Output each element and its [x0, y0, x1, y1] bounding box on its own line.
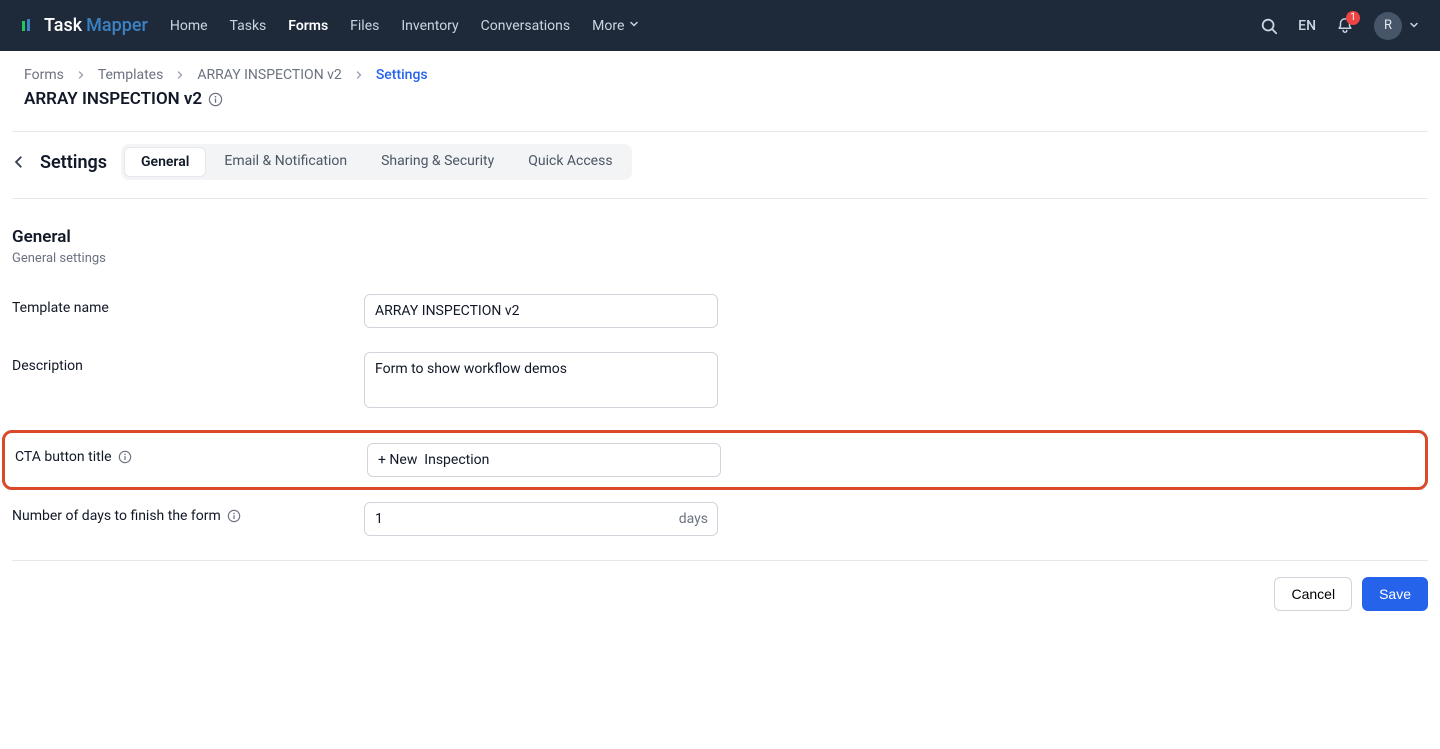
chevron-right-icon	[175, 70, 185, 80]
crumb-settings[interactable]: Settings	[376, 67, 428, 83]
control-description	[364, 352, 718, 412]
search-icon[interactable]	[1260, 17, 1278, 35]
tab-email[interactable]: Email & Notification	[208, 147, 363, 177]
row-template-name: Template name	[12, 294, 1428, 328]
tab-quick-access[interactable]: Quick Access	[512, 147, 628, 177]
label-description: Description	[12, 352, 364, 374]
avatar: R	[1374, 12, 1402, 40]
nav-more-label: More	[592, 18, 624, 34]
label-cta: CTA button title	[11, 443, 367, 465]
chevron-right-icon	[76, 70, 86, 80]
main-content: Forms Templates ARRAY INSPECTION v2 Sett…	[0, 51, 1440, 641]
days-input[interactable]	[364, 502, 718, 536]
notification-badge: 1	[1346, 11, 1360, 25]
tabs: General Email & Notification Sharing & S…	[121, 144, 632, 180]
nav-inventory[interactable]: Inventory	[401, 18, 458, 34]
settings-header-row: Settings General Email & Notification Sh…	[12, 132, 1428, 192]
top-nav-right: EN 1 R	[1260, 12, 1420, 40]
cancel-button[interactable]: Cancel	[1274, 577, 1352, 611]
back-button[interactable]	[12, 155, 26, 169]
logo-icon	[20, 18, 36, 34]
logo-text-1: Task	[44, 15, 82, 36]
nav-more[interactable]: More	[592, 18, 640, 34]
row-days: Number of days to finish the form days	[12, 502, 1428, 536]
subheader: Forms Templates ARRAY INSPECTION v2 Sett…	[4, 51, 1436, 119]
language-selector[interactable]: EN	[1298, 18, 1316, 34]
nav-tasks[interactable]: Tasks	[230, 18, 267, 34]
nav-conversations[interactable]: Conversations	[481, 18, 570, 34]
tab-general[interactable]: General	[124, 147, 206, 177]
label-template-name: Template name	[12, 294, 364, 316]
nav-home[interactable]: Home	[170, 18, 208, 34]
section-title: General	[12, 227, 1428, 247]
info-icon[interactable]	[227, 509, 241, 523]
crumb-templates[interactable]: Templates	[98, 67, 164, 83]
control-cta	[367, 443, 721, 477]
label-days-text: Number of days to finish the form	[12, 508, 221, 524]
row-cta-button-title: CTA button title	[2, 430, 1428, 490]
chevron-right-icon	[354, 70, 364, 80]
general-section: General General settings Template name D…	[12, 227, 1428, 536]
footer-actions: Cancel Save	[12, 577, 1428, 641]
logo-text-2: Mapper	[86, 15, 148, 36]
crumb-template-name[interactable]: ARRAY INSPECTION v2	[197, 67, 341, 83]
logo[interactable]: TaskMapper	[20, 15, 148, 36]
nav-links: Home Tasks Forms Files Inventory Convers…	[170, 18, 641, 34]
section-subtitle: General settings	[12, 251, 1428, 266]
label-cta-text: CTA button title	[15, 449, 112, 465]
notifications-icon[interactable]: 1	[1336, 17, 1354, 35]
label-days: Number of days to finish the form	[12, 502, 364, 524]
cta-input[interactable]	[367, 443, 721, 477]
chevron-down-icon	[628, 18, 640, 34]
crumb-forms[interactable]: Forms	[24, 67, 64, 83]
divider	[12, 560, 1428, 561]
description-input[interactable]	[364, 352, 718, 408]
user-menu[interactable]: R	[1374, 12, 1420, 40]
nav-forms[interactable]: Forms	[288, 18, 328, 34]
top-nav: TaskMapper Home Tasks Forms Files Invent…	[0, 0, 1440, 51]
nav-files[interactable]: Files	[350, 18, 379, 34]
info-icon[interactable]	[118, 450, 132, 464]
breadcrumb: Forms Templates ARRAY INSPECTION v2 Sett…	[24, 67, 1416, 83]
control-template-name	[364, 294, 718, 328]
days-suffix: days	[679, 511, 708, 527]
settings-title: Settings	[40, 152, 107, 173]
page-title: ARRAY INSPECTION v2	[24, 89, 202, 109]
chevron-down-icon	[1408, 16, 1420, 35]
info-icon[interactable]	[208, 92, 223, 107]
page-title-row: ARRAY INSPECTION v2	[24, 89, 1416, 109]
divider	[12, 198, 1428, 199]
row-description: Description	[12, 352, 1428, 412]
control-days: days	[364, 502, 718, 536]
top-nav-left: TaskMapper Home Tasks Forms Files Invent…	[20, 15, 640, 36]
tab-sharing[interactable]: Sharing & Security	[365, 147, 510, 177]
template-name-input[interactable]	[364, 294, 718, 328]
save-button[interactable]: Save	[1362, 577, 1428, 611]
